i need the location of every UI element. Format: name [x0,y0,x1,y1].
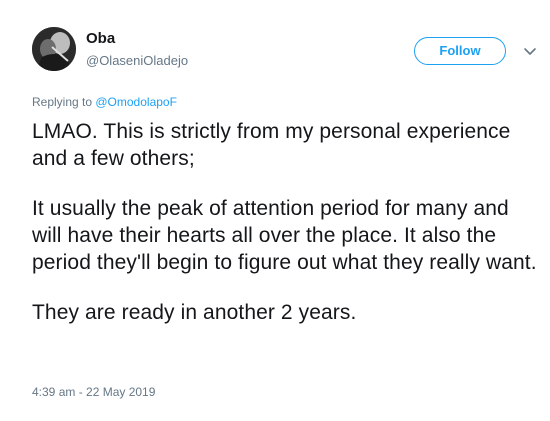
profile-photo-icon [32,27,76,71]
tweet-card: Oba @OlaseniOladejo Follow Replying to @… [0,0,550,421]
user-handle[interactable]: @OlaseniOladejo [86,52,188,70]
reply-prefix: Replying to [32,95,96,109]
reply-mention-link[interactable]: @OmodolapoF [95,95,177,109]
tweet-timestamp[interactable]: 4:39 am - 22 May 2019 [32,384,155,400]
tweet-paragraph: They are ready in another 2 years. [32,301,357,324]
chevron-down-icon [524,48,536,55]
display-name[interactable]: Oba [86,29,188,49]
reply-context: Replying to @OmodolapoF [32,94,177,110]
tweet-paragraph: LMAO. This is strictly from my personal … [32,120,511,170]
avatar[interactable] [32,27,76,71]
follow-button[interactable]: Follow [414,37,506,65]
user-names: Oba @OlaseniOladejo [86,29,188,70]
tweet-header: Oba @OlaseniOladejo Follow [32,27,542,77]
tweet-text: LMAO. This is strictly from my personal … [32,118,542,349]
tweet-paragraph: It usually the peak of attention period … [32,197,537,274]
more-options-button[interactable] [520,41,540,61]
